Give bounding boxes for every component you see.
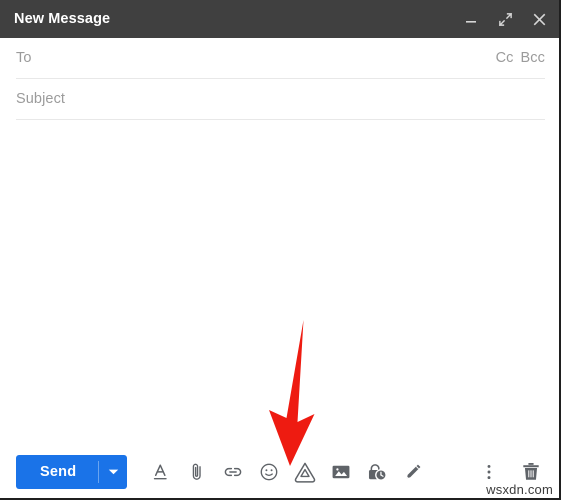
formatting-options-button[interactable] bbox=[149, 460, 173, 484]
confidential-mode-button[interactable] bbox=[365, 460, 389, 484]
subject-field-placeholder: Subject bbox=[16, 91, 66, 107]
window-titlebar: New Message bbox=[0, 0, 559, 38]
insert-drive-button[interactable] bbox=[293, 460, 317, 484]
format-text-icon bbox=[154, 464, 167, 480]
window-controls bbox=[461, 9, 549, 29]
image-icon bbox=[332, 465, 350, 479]
toolbar-right-icons bbox=[477, 460, 543, 484]
minimize-icon bbox=[466, 21, 476, 23]
insert-photo-button[interactable] bbox=[329, 460, 353, 484]
google-drive-icon bbox=[294, 462, 316, 483]
toolbar-icons bbox=[149, 460, 425, 484]
chevron-down-icon bbox=[108, 469, 118, 475]
send-button-group[interactable]: Send bbox=[16, 455, 128, 489]
message-body-area[interactable] bbox=[0, 120, 559, 448]
compose-fields: To Cc Bcc Subject bbox=[0, 38, 559, 120]
expand-button[interactable] bbox=[495, 9, 515, 29]
bcc-button[interactable]: Bcc bbox=[521, 50, 545, 66]
window-title: New Message bbox=[14, 11, 111, 27]
close-icon bbox=[533, 13, 545, 25]
minimize-button[interactable] bbox=[461, 9, 481, 29]
insert-signature-button[interactable] bbox=[401, 460, 425, 484]
lock-clock-icon bbox=[368, 463, 387, 481]
kebab-menu-icon bbox=[487, 464, 491, 480]
compose-toolbar: Send bbox=[0, 446, 559, 498]
close-button[interactable] bbox=[529, 9, 549, 29]
subject-field-row[interactable]: Subject bbox=[16, 79, 545, 120]
send-button[interactable]: Send bbox=[16, 455, 98, 489]
cc-button[interactable]: Cc bbox=[496, 50, 514, 66]
compose-window: New Message To Cc Bcc Subject Send wsxdn… bbox=[0, 0, 561, 500]
link-icon bbox=[224, 467, 242, 477]
emoji-icon bbox=[260, 463, 278, 481]
watermark-text: wsxdn.com bbox=[486, 482, 553, 497]
insert-link-button[interactable] bbox=[221, 460, 245, 484]
trash-icon bbox=[523, 463, 539, 480]
pen-icon bbox=[406, 464, 421, 479]
cc-bcc-group: Cc Bcc bbox=[496, 50, 545, 66]
to-field-row[interactable]: To Cc Bcc bbox=[16, 38, 545, 79]
expand-icon bbox=[498, 12, 512, 26]
more-options-button[interactable] bbox=[477, 460, 501, 484]
insert-emoji-button[interactable] bbox=[257, 460, 281, 484]
discard-draft-button[interactable] bbox=[519, 460, 543, 484]
to-field-placeholder: To bbox=[16, 50, 32, 66]
attach-files-button[interactable] bbox=[185, 460, 209, 484]
paperclip-icon bbox=[192, 463, 201, 480]
send-options-button[interactable] bbox=[99, 455, 127, 489]
